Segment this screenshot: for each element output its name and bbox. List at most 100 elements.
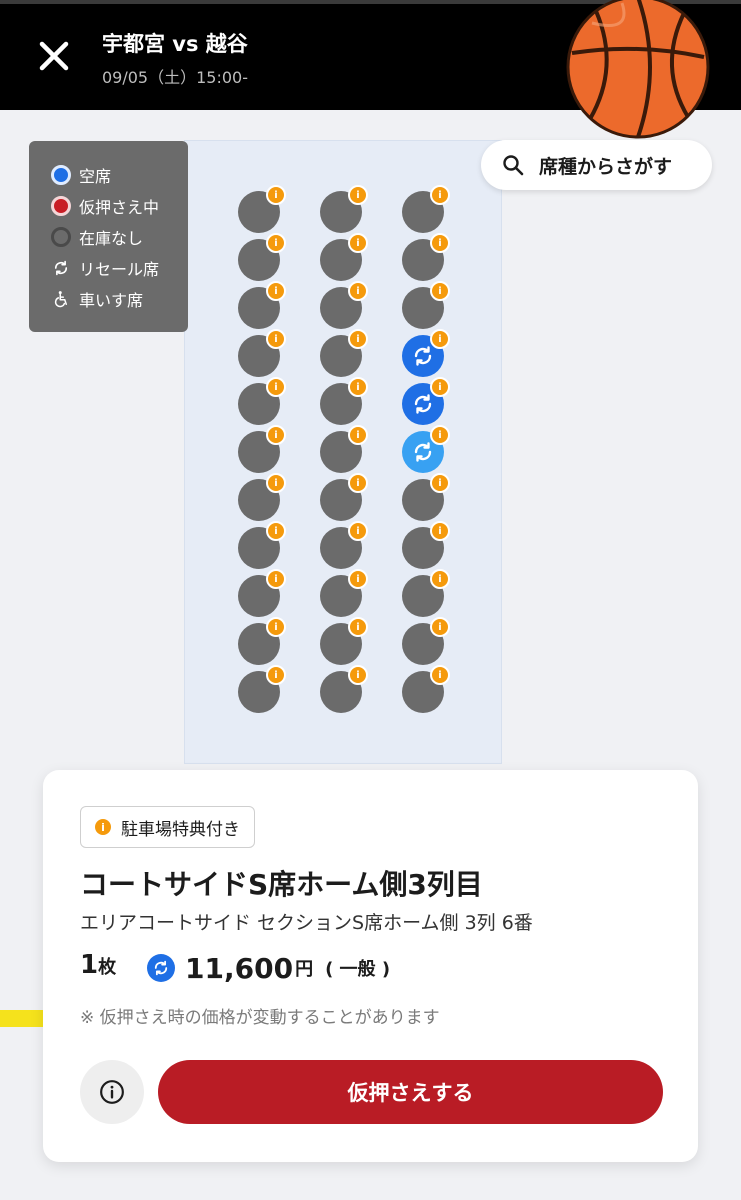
seat-info-icon: i [266, 617, 286, 637]
close-icon [39, 41, 69, 71]
price-type: ( 一般 ) [325, 959, 391, 980]
seat[interactable]: i [238, 425, 286, 473]
seat[interactable]: i [320, 281, 368, 329]
quantity-unit: 枚 [98, 957, 117, 978]
seat-info-icon: i [266, 233, 286, 253]
ticket-quantity: 1枚 [80, 950, 116, 980]
seat[interactable]: i [238, 473, 286, 521]
seat[interactable]: i [402, 617, 450, 665]
seat-info-icon: i [348, 665, 368, 685]
seat-info-icon: i [266, 377, 286, 397]
seat-info-icon: i [266, 569, 286, 589]
seat-resale[interactable]: i [402, 425, 450, 473]
quantity-value: 1 [80, 950, 99, 980]
seat[interactable]: i [238, 569, 286, 617]
seat[interactable]: i [320, 425, 368, 473]
resale-icon [147, 954, 175, 982]
seat-info-icon: i [430, 521, 450, 541]
legend-item-resale: リセール席 [51, 256, 159, 280]
hold-seat-button[interactable]: 仮押さえする [158, 1060, 663, 1124]
seat-name: コートサイドS席ホーム側3列目 [80, 868, 483, 901]
seat-info-icon: i [348, 281, 368, 301]
seat[interactable]: i [238, 281, 286, 329]
seat[interactable]: i [320, 521, 368, 569]
seat-info-icon: i [430, 233, 450, 253]
resale-icon [414, 346, 432, 366]
legend-item-available: 空席 [51, 163, 111, 187]
seat[interactable]: i [320, 617, 368, 665]
seat-info-icon: i [348, 521, 368, 541]
search-by-seat-type-button[interactable]: 席種からさがす [481, 140, 712, 190]
seat[interactable]: i [402, 569, 450, 617]
close-button[interactable] [30, 34, 78, 78]
legend-label: 在庫なし [79, 229, 144, 248]
seat[interactable]: i [238, 521, 286, 569]
seat-info-icon: i [266, 665, 286, 685]
seat-info-icon: i [430, 329, 450, 349]
seat[interactable]: i [320, 569, 368, 617]
seat[interactable]: i [402, 473, 450, 521]
seat[interactable]: i [320, 377, 368, 425]
seat-info-icon: i [348, 617, 368, 637]
seat[interactable]: i [402, 281, 450, 329]
seat-info-icon: i [430, 617, 450, 637]
on-hold-dot-icon [51, 196, 71, 216]
legend-label: 車いす席 [79, 291, 144, 310]
seat-info-icon: i [266, 281, 286, 301]
price-value: 11,600 [185, 951, 294, 985]
seat[interactable]: i [402, 665, 450, 713]
seat-info-icon: i [266, 329, 286, 349]
legend-item-sold-out: 在庫なし [51, 225, 143, 249]
seat-info-icon: i [348, 473, 368, 493]
seat-info-icon: i [430, 425, 450, 445]
seat-info-icon: i [348, 185, 368, 205]
seat[interactable]: i [238, 329, 286, 377]
search-icon [503, 155, 524, 176]
legend-label: 空席 [79, 167, 112, 186]
info-icon: i [95, 819, 111, 835]
seat[interactable]: i [238, 377, 286, 425]
seat-info-icon: i [430, 569, 450, 589]
seat-info-icon: i [266, 521, 286, 541]
seat-location-detail: エリアコートサイド セクションS席ホーム側 3列 6番 [80, 912, 533, 934]
legend-label: 仮押さえ中 [79, 198, 160, 217]
seat-info-icon: i [430, 281, 450, 301]
yellow-strip [0, 1010, 44, 1027]
resale-icon [414, 442, 432, 462]
seat-resale[interactable]: i [402, 377, 450, 425]
price-change-note: ※ 仮押さえ時の価格が変動することがあります [80, 1008, 440, 1028]
seat-detail-card: i 駐車場特典付き コートサイドS席ホーム側3列目 エリアコートサイド セクショ… [43, 770, 698, 1162]
seat[interactable]: i [238, 665, 286, 713]
seat[interactable]: i [402, 233, 450, 281]
legend-item-on-hold: 仮押さえ中 [51, 194, 159, 218]
seat[interactable]: i [320, 329, 368, 377]
perk-badge-label: 駐車場特典付き [121, 819, 240, 840]
seat-info-icon: i [266, 425, 286, 445]
seat-info-button[interactable] [80, 1060, 144, 1124]
seat[interactable]: i [320, 185, 368, 233]
seat[interactable]: i [402, 185, 450, 233]
legend-item-wheelchair: 車いす席 [51, 287, 143, 311]
seat-resale[interactable]: i [402, 329, 450, 377]
resale-icon [54, 260, 68, 276]
info-icon [100, 1080, 124, 1104]
seat[interactable]: i [320, 233, 368, 281]
seat[interactable]: i [320, 665, 368, 713]
parking-perk-badge: i 駐車場特典付き [80, 806, 255, 848]
seat[interactable]: i [320, 473, 368, 521]
seat[interactable]: i [238, 233, 286, 281]
search-button-label: 席種からさがす [539, 155, 673, 178]
seat-info-icon: i [266, 185, 286, 205]
sold-out-dot-icon [51, 227, 71, 247]
seat[interactable]: i [238, 185, 286, 233]
price-row: 11,600 円 ( 一般 ) [147, 950, 390, 986]
seat-info-icon: i [430, 185, 450, 205]
legend-label: リセール席 [79, 260, 160, 279]
seat-legend: 空席 仮押さえ中 在庫なし リセール席 車いす席 [29, 141, 188, 332]
seat-info-icon: i [430, 377, 450, 397]
seat-info-icon: i [348, 329, 368, 349]
seat[interactable]: i [402, 521, 450, 569]
seat[interactable]: i [238, 617, 286, 665]
seat-info-icon: i [348, 377, 368, 397]
price-unit: 円 [295, 959, 314, 980]
